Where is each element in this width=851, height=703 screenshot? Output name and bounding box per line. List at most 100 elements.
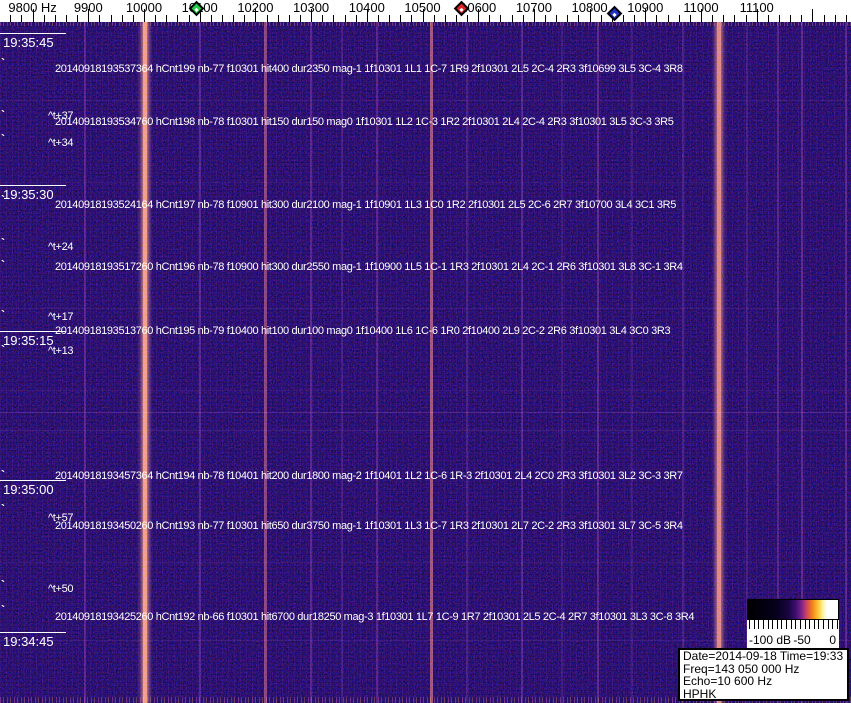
ruler-tick	[601, 15, 602, 22]
ruler-tick	[233, 15, 234, 22]
colorbar-label-min: -100 dB	[749, 633, 791, 647]
ruler-tick	[189, 15, 190, 22]
signal-streak	[845, 22, 847, 703]
ruler-tick	[211, 15, 212, 22]
ruler-tick	[333, 15, 334, 22]
signal-streak	[682, 22, 684, 703]
event-edge-tick: `	[1, 197, 5, 203]
ruler-tick	[523, 15, 524, 22]
time-label: 19:35:15	[3, 333, 54, 348]
signal-streak	[717, 22, 721, 703]
ruler-tick	[122, 15, 123, 22]
colorbar-tick	[795, 620, 796, 629]
colorbar-tick	[777, 620, 778, 629]
ruler-tick	[77, 15, 78, 22]
time-tick-line	[0, 185, 66, 186]
ruler-tick	[10, 15, 11, 22]
time-tick-line	[0, 33, 66, 34]
colorbar-tick	[749, 620, 750, 629]
event-edge-tick: `	[1, 582, 5, 588]
ruler-tick	[222, 15, 223, 22]
ruler-tick	[21, 15, 22, 22]
colorbar-label-mid: -50	[787, 633, 817, 647]
ruler-tick	[545, 15, 546, 22]
event-edge-tick: `	[1, 506, 5, 512]
ruler-tick	[289, 15, 290, 22]
colorbar-tick	[786, 620, 787, 629]
event-edge-tick: `	[1, 472, 5, 478]
noise-artifact-line	[0, 640, 851, 641]
ruler-tick	[790, 15, 791, 22]
edge-speckle-band	[0, 22, 851, 26]
time-label: 19:35:30	[3, 187, 54, 202]
noise-artifact-line	[0, 390, 851, 391]
ruler-tick	[411, 15, 412, 22]
freq-label: 11100	[712, 0, 802, 15]
info-line-echo: Echo=10 600 Hz	[683, 675, 847, 688]
ruler-tick	[278, 15, 279, 22]
marker-center-dot	[613, 13, 617, 17]
ruler-tick	[166, 15, 167, 22]
ruler-tick	[578, 15, 579, 22]
detection-log-line: 20140918193534760 hCnt198 nb-78 f10301 h…	[55, 116, 674, 128]
time-tick-line	[0, 331, 66, 332]
noise-artifact-line	[0, 430, 851, 431]
time-label: 19:35:00	[3, 482, 54, 497]
colorbar-tick	[781, 620, 782, 629]
info-line-station: HPHK	[683, 688, 847, 701]
event-edge-tick: `	[1, 240, 5, 246]
time-offset-mark: ^t+50	[48, 583, 73, 595]
event-edge-tick: `	[1, 607, 5, 613]
time-offset-mark: ^t+24	[48, 241, 73, 253]
ruler-tick	[634, 15, 635, 22]
ruler-tick	[846, 15, 847, 22]
event-edge-tick: `	[1, 60, 5, 66]
time-tick-line	[0, 480, 66, 481]
frequency-ruler: 9800 Hz990010000101001020010300104001050…	[0, 0, 851, 22]
colorbar: -100 dB -50 0	[747, 599, 839, 648]
ruler-tick	[723, 15, 724, 22]
ruler-tick	[656, 15, 657, 22]
detection-log-line: 20140918193425260 hCnt192 nb-66 f10301 h…	[55, 611, 694, 623]
ruler-tick	[734, 15, 735, 22]
time-label: 19:35:45	[3, 35, 54, 50]
colorbar-tick	[763, 620, 764, 629]
ruler-tick	[66, 15, 67, 22]
ruler-tick	[345, 15, 346, 22]
colorbar-tick	[800, 620, 801, 629]
ruler-tick	[44, 15, 45, 22]
colorbar-tick	[754, 620, 755, 629]
ruler-tick	[244, 15, 245, 22]
time-label: 19:34:45	[3, 634, 54, 649]
ruler-tick	[267, 15, 268, 22]
ruler-tick	[99, 15, 100, 22]
detection-log-line: 20140918193457364 hCnt194 nb-78 f10401 h…	[55, 470, 683, 482]
detection-log-line: 20140918193450260 hCnt193 nb-77 f10301 h…	[55, 520, 683, 532]
event-edge-tick: `	[1, 112, 5, 118]
ruler-tick	[712, 15, 713, 22]
ruler-tick	[356, 15, 357, 22]
event-edge-tick: `	[1, 312, 5, 318]
colorbar-tick	[832, 620, 833, 629]
noise-artifact-line	[0, 100, 851, 101]
ruler-tick	[812, 9, 813, 22]
time-offset-mark: ^t+17	[48, 311, 73, 323]
colorbar-tick	[772, 620, 773, 629]
detection-log-line: 20140918193537364 hCnt199 nb-77 f10301 h…	[55, 63, 683, 75]
event-edge-tick: `	[1, 136, 5, 142]
ruler-tick	[55, 15, 56, 22]
noise-artifact-line	[0, 308, 851, 309]
colorbar-ticks	[747, 620, 839, 633]
ruler-tick	[779, 15, 780, 22]
ruler-tick	[434, 15, 435, 22]
time-tick-line	[0, 632, 66, 633]
marker-center-dot	[459, 8, 463, 12]
colorbar-tick	[791, 620, 792, 629]
noise-artifact-line	[0, 182, 851, 183]
ruler-tick	[489, 15, 490, 22]
colorbar-gradient	[747, 599, 839, 620]
ruler-tick	[445, 15, 446, 22]
event-edge-tick: `	[1, 262, 5, 268]
ruler-tick	[679, 15, 680, 22]
ruler-tick	[512, 15, 513, 22]
